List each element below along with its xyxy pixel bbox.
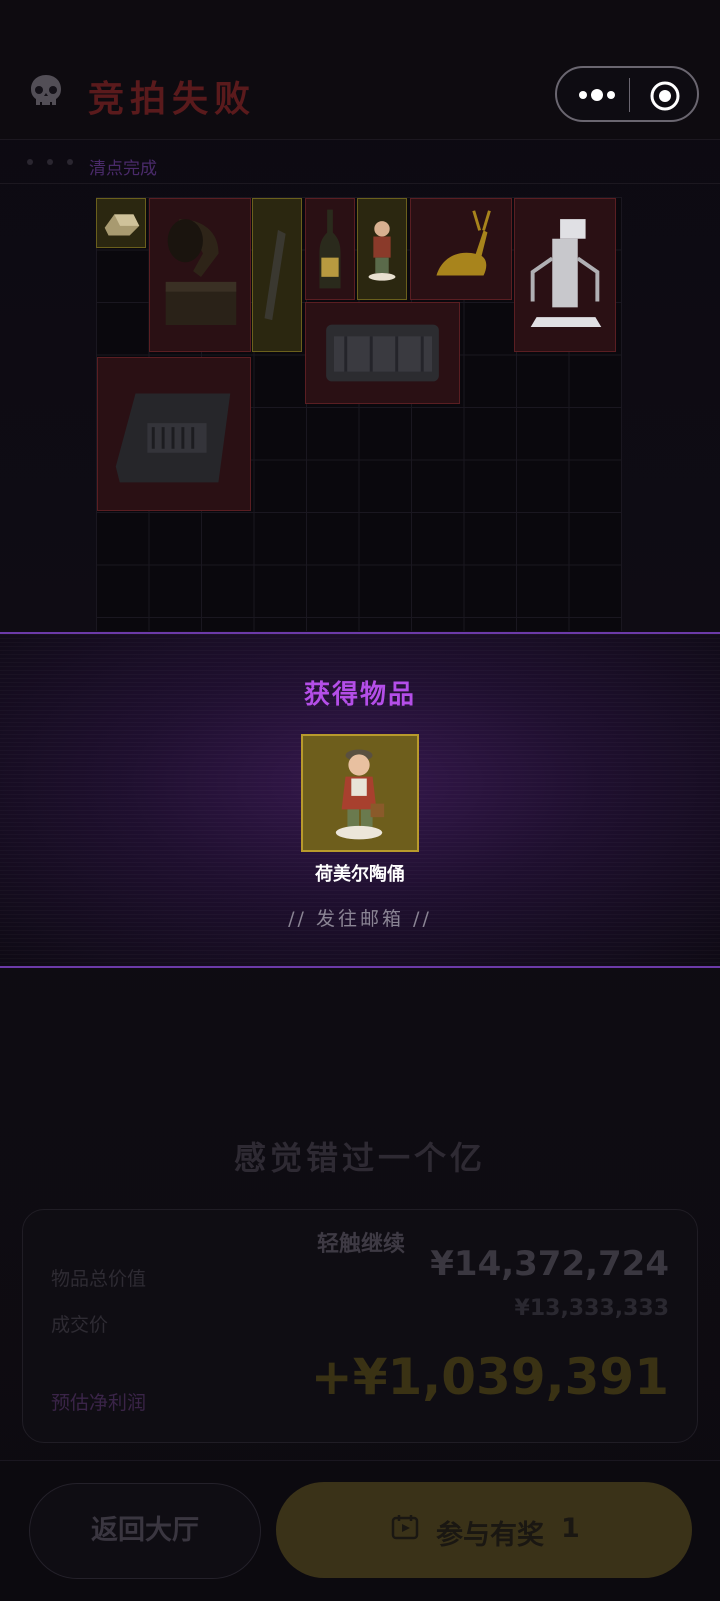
gramophone-icon [165, 219, 237, 325]
bottle-icon [319, 209, 341, 289]
deer-statue-icon [436, 210, 491, 276]
profit-value: +¥1,039,391 [310, 1348, 669, 1406]
item-gold-bar-crate[interactable] [96, 198, 146, 248]
join-reward-button[interactable]: 参与有奖 1 [276, 1482, 692, 1578]
video-calendar-icon [391, 1515, 419, 1540]
obtained-item-panel: 获得物品 荷美尔陶俑 // 发往邮箱 // [0, 632, 720, 968]
item-hummel-figurine[interactable] [357, 198, 407, 300]
back-to-lobby-button[interactable]: 返回大厅 [29, 1483, 261, 1579]
total-value: ¥14,372,724 [430, 1244, 669, 1284]
item-gramophone[interactable] [149, 198, 251, 352]
join-reward-count: 1 [561, 1513, 580, 1544]
more-icon[interactable] [575, 84, 625, 106]
item-medical-robot[interactable] [514, 198, 616, 352]
close-miniprogram-icon[interactable] [649, 80, 681, 112]
result-summary-card[interactable]: 轻触继续 物品总价值 ¥14,372,724 成交价 ¥13,333,333 预… [22, 1209, 698, 1443]
progress-dots-icon [27, 159, 73, 165]
profit-label: 预估净利润 [51, 1392, 147, 1414]
figurine-icon [303, 736, 417, 850]
obtained-item-name: 荷美尔陶俑 [315, 864, 405, 885]
item-champagne-bottle[interactable] [305, 198, 355, 300]
deal-price-label: 成交价 [51, 1314, 109, 1336]
panel-title: 获得物品 [303, 680, 416, 710]
item-golden-deer[interactable] [410, 198, 512, 300]
mini-program-capsule [555, 66, 699, 122]
mailbox-tip: // 发往邮箱 // [288, 908, 432, 930]
header-bar: 竞拍失败 [0, 0, 720, 140]
skull-icon [31, 75, 61, 105]
footer-bar: 返回大厅 参与有奖 1 [0, 1460, 720, 1601]
item-scroll-tube[interactable] [252, 198, 302, 352]
equipment-case-icon [115, 393, 231, 483]
deal-price: ¥13,333,333 [514, 1296, 669, 1321]
auction-result-screen: 竞拍失败 清点完成 获得物品 荷美尔陶俑 // 发往邮箱 // 感觉错过一个亿 … [0, 0, 720, 1601]
figurine-icon [368, 221, 396, 281]
tube-icon [264, 229, 286, 321]
item-equipment-case[interactable] [97, 357, 251, 511]
inventory-grid [96, 197, 622, 631]
join-reward-label: 参与有奖 [436, 1520, 544, 1551]
capsule-divider [629, 78, 630, 112]
status-text: 清点完成 [89, 159, 157, 179]
item-hard-case[interactable] [305, 302, 460, 404]
gold-crate-icon [104, 214, 140, 236]
robot-icon [530, 219, 602, 327]
hard-case-icon [326, 324, 439, 382]
miss-text: 感觉错过一个亿 [233, 1139, 486, 1177]
total-value-label: 物品总价值 [51, 1268, 147, 1290]
page-title: 竞拍失败 [88, 79, 257, 120]
obtained-item-card[interactable] [301, 734, 419, 852]
